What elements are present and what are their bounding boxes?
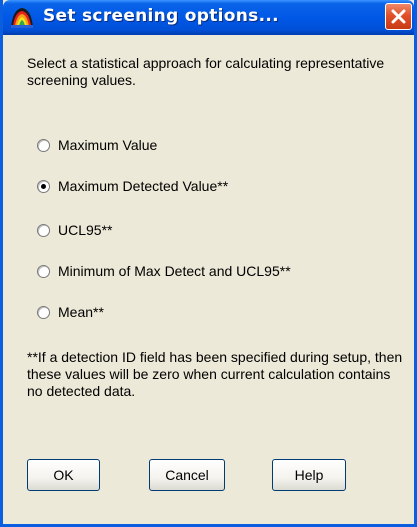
option-ucl95[interactable]: UCL95**: [37, 220, 112, 240]
window-title: Set screening options...: [43, 6, 279, 26]
radio-button-selected[interactable]: [37, 179, 50, 193]
option-min-max-detect-ucl95[interactable]: Minimum of Max Detect and UCL95**: [37, 261, 291, 281]
dialog-window: Set screening options... Select a statis…: [0, 0, 417, 527]
ok-button[interactable]: OK: [27, 459, 100, 491]
option-mean[interactable]: Mean**: [37, 302, 104, 322]
radio-button[interactable]: [37, 223, 50, 237]
radio-button[interactable]: [37, 138, 50, 152]
radio-button[interactable]: [37, 305, 50, 319]
option-maximum-detected-value[interactable]: Maximum Detected Value**: [37, 176, 228, 196]
close-button[interactable]: [385, 3, 412, 30]
close-icon: [391, 9, 406, 24]
option-label: Minimum of Max Detect and UCL95**: [58, 263, 291, 279]
option-maximum-value[interactable]: Maximum Value: [37, 135, 157, 155]
dialog-content: Select a statistical approach for calcul…: [3, 35, 414, 524]
option-label: Maximum Detected Value**: [58, 178, 229, 194]
instruction-text: Select a statistical approach for calcul…: [27, 55, 385, 88]
app-icon: [9, 5, 35, 29]
footnote-text: **If a detection ID field has been speci…: [27, 349, 403, 399]
option-label: UCL95**: [58, 222, 113, 238]
option-label: Mean**: [58, 304, 104, 320]
help-button[interactable]: Help: [272, 459, 346, 491]
radio-button[interactable]: [37, 264, 50, 278]
cancel-button[interactable]: Cancel: [149, 459, 225, 491]
title-bar[interactable]: Set screening options...: [3, 0, 414, 35]
option-label: Maximum Value: [58, 137, 158, 153]
